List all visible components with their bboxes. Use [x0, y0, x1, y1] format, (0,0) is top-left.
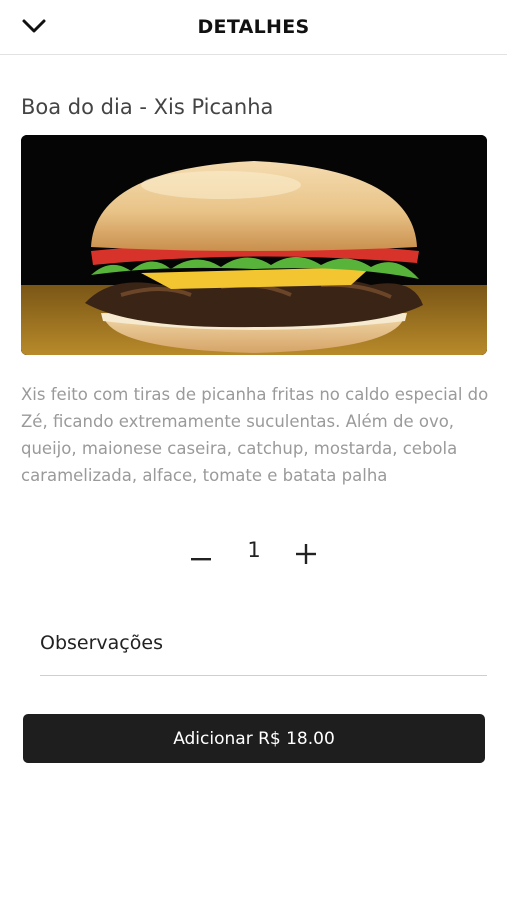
top-bar: DETALHES [0, 0, 507, 55]
product-name: Boa do dia - Xis Picanha [21, 95, 274, 119]
observations-field [40, 625, 487, 676]
observations-input[interactable] [40, 625, 487, 675]
quantity-stepper: 1 [0, 530, 507, 580]
quantity-value: 1 [247, 538, 261, 562]
plus-icon [296, 544, 316, 568]
increment-button[interactable] [288, 538, 324, 574]
decrement-button[interactable] [183, 538, 219, 574]
product-image [21, 135, 487, 355]
page-title: DETALHES [197, 16, 310, 38]
add-to-cart-button[interactable]: Adicionar R$ 18.00 [23, 714, 485, 763]
product-description: Xis feito com tiras de picanha fritas no… [21, 385, 489, 485]
minus-icon [191, 547, 211, 566]
